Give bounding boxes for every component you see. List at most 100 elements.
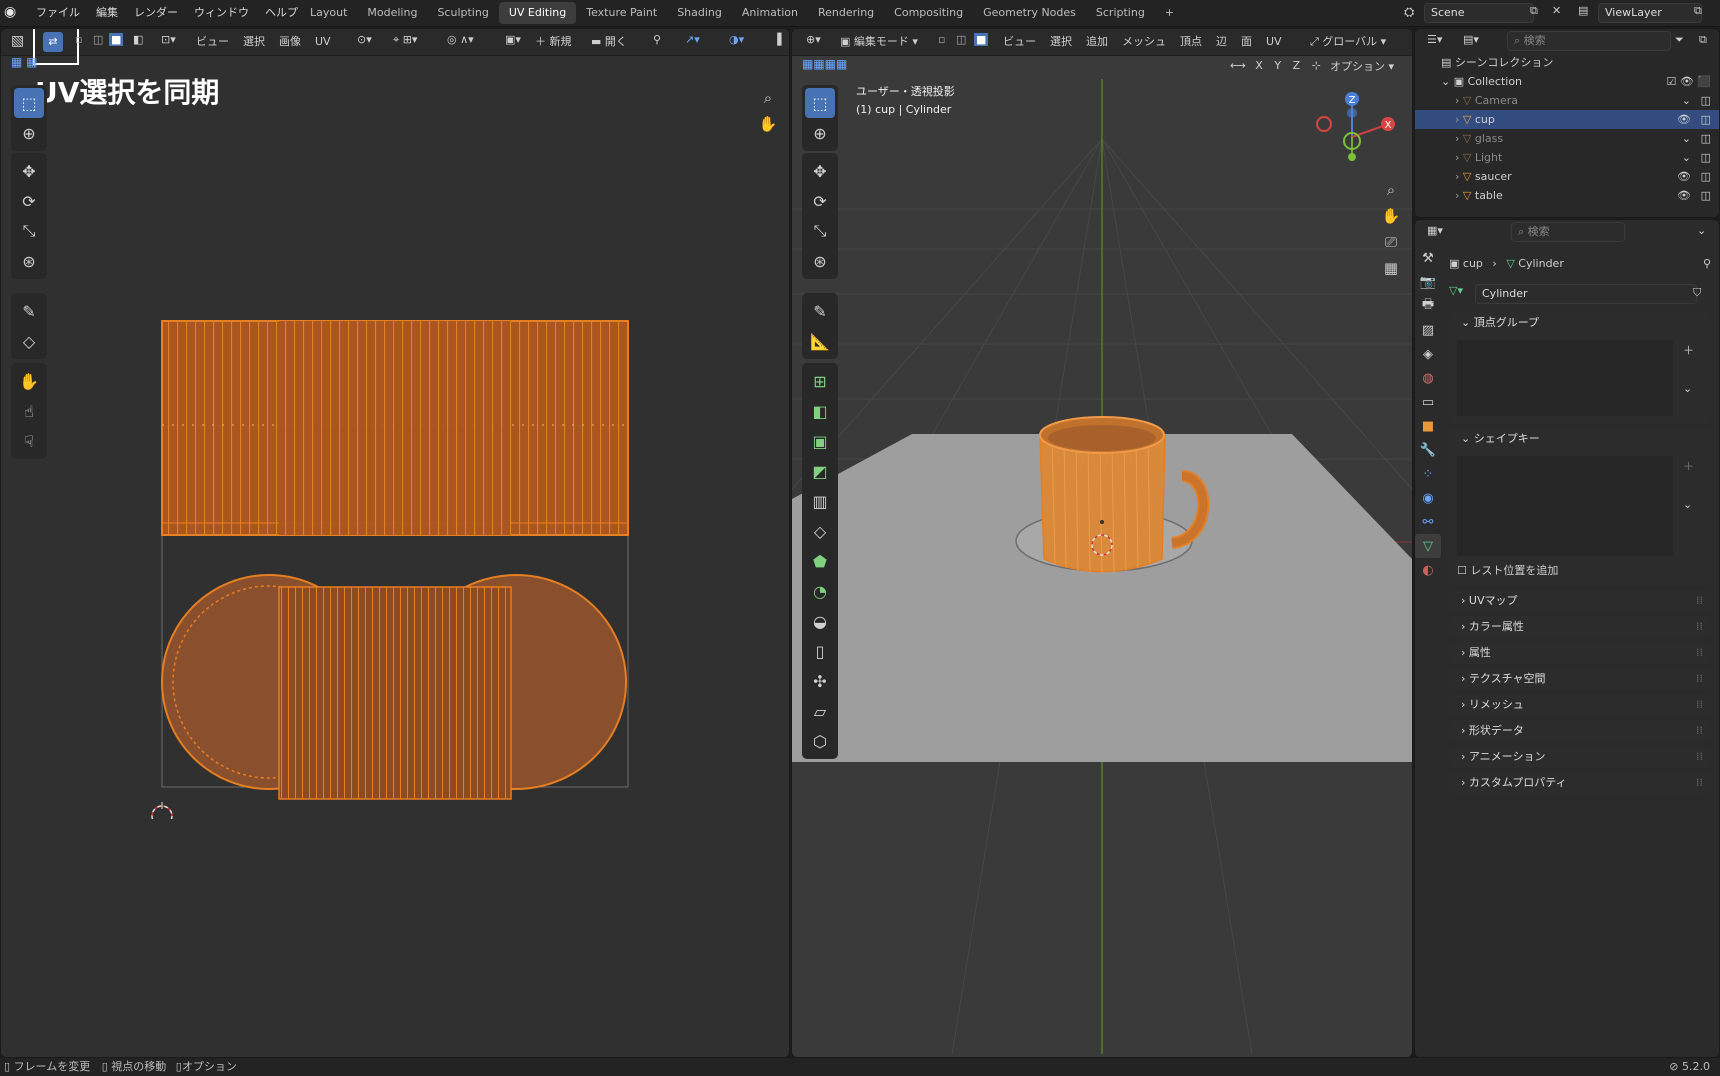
panel-header[interactable]: › アニメーション ⁞⁞: [1449, 746, 1711, 768]
panel-header[interactable]: › UVマップ ⁞⁞: [1449, 590, 1711, 612]
navigation-gizmo[interactable]: Z X: [1310, 85, 1400, 185]
transform-orientation-dropdown[interactable]: ⤢ グローバル ▾: [1310, 29, 1386, 55]
auto-merge-icon[interactable]: ⊹: [1312, 59, 1321, 72]
image-browse-icon[interactable]: ▣▾: [505, 33, 521, 46]
vp-cursor-icon[interactable]: ⊕: [805, 118, 835, 148]
expand-arrow-icon[interactable]: ›: [1455, 170, 1459, 183]
tab-compositing[interactable]: Compositing: [884, 2, 973, 24]
pinch-icon[interactable]: ☟: [14, 426, 44, 456]
new-image-button[interactable]: ＋ 新規: [535, 29, 572, 55]
visibility-eye-icon[interactable]: ⌄: [1682, 91, 1691, 110]
panel-collapsed[interactable]: › カスタムプロパティ ⁞⁞: [1449, 772, 1711, 794]
blender-logo-icon[interactable]: ◉: [4, 4, 22, 22]
add-workspace-button[interactable]: +: [1155, 2, 1184, 24]
visibility-eye-icon[interactable]: ⌄: [1682, 148, 1691, 167]
relative-checkbox-row[interactable]: ☐ レスト位置を追加: [1457, 562, 1558, 578]
tab-shading[interactable]: Shading: [667, 2, 732, 24]
open-image-button[interactable]: ▬ 開く: [591, 29, 627, 55]
island-select-icon[interactable]: ◧: [133, 33, 143, 46]
vertex-groups-list[interactable]: [1457, 340, 1673, 416]
vp-menu-select[interactable]: 選択: [1043, 29, 1079, 55]
vp-menu-vertex[interactable]: 頂点: [1173, 29, 1209, 55]
overlay-toggle-icon[interactable]: ◑▾: [729, 33, 744, 46]
tab-rendering[interactable]: Rendering: [808, 2, 884, 24]
outliner-item-cup[interactable]: › ▽ cup 👁 ◫: [1415, 110, 1719, 129]
outliner-item-saucer[interactable]: › ▽ saucer 👁 ◫: [1415, 167, 1719, 186]
material-tab-icon[interactable]: ◐: [1415, 558, 1441, 582]
rip-icon[interactable]: ◇: [14, 326, 44, 356]
pin-icon[interactable]: ⚲: [653, 33, 661, 46]
vp-pan-icon[interactable]: ✋: [1378, 203, 1404, 229]
vp-menu-uv[interactable]: UV: [1259, 29, 1289, 55]
tab-scripting[interactable]: Scripting: [1086, 2, 1155, 24]
edge-select-icon[interactable]: ◫: [93, 33, 103, 46]
mesh-browse-icon[interactable]: ▽▾: [1449, 284, 1463, 297]
pin-properties-icon[interactable]: ⚲: [1703, 252, 1711, 276]
panel-collapsed[interactable]: › リメッシュ ⁞⁞: [1449, 694, 1711, 716]
drag-handle-icon[interactable]: ⁞⁞: [1696, 642, 1703, 664]
vp-rotate-icon[interactable]: ⟳: [805, 186, 835, 216]
menu-help[interactable]: ヘルプ: [257, 0, 306, 26]
options-dropdown[interactable]: オプション ▾: [1330, 55, 1394, 79]
drag-handle-icon[interactable]: ⁞⁞: [1696, 590, 1703, 612]
collection-visibility-icons[interactable]: ☑ 👁 ⬛: [1666, 72, 1711, 91]
display-mode-icon[interactable]: ▤▾: [1463, 33, 1479, 46]
drag-handle-icon[interactable]: ⁞⁞: [1696, 668, 1703, 690]
panel-header[interactable]: › 属性 ⁞⁞: [1449, 642, 1711, 664]
vp-move-icon[interactable]: ✥: [805, 156, 835, 186]
tool-tab-icon[interactable]: ⚒: [1415, 246, 1441, 270]
properties-search[interactable]: ⌕ 検索: [1511, 222, 1625, 242]
poly-build-icon[interactable]: ⬟: [805, 546, 835, 576]
new-viewlayer-icon[interactable]: ⧉: [1694, 4, 1702, 18]
rotate-icon[interactable]: ⟳: [14, 186, 44, 216]
vp-zoom-icon[interactable]: ⌕: [1378, 177, 1404, 203]
shear-icon[interactable]: ▱: [805, 696, 835, 726]
relative-checkbox-icon[interactable]: ☐: [1457, 564, 1467, 577]
inset-icon[interactable]: ▣: [805, 426, 835, 456]
particles-tab-icon[interactable]: ⁘: [1415, 462, 1441, 486]
snap-icon[interactable]: ⌖ ⊞▾: [393, 33, 417, 47]
panel-header[interactable]: › カラー属性 ⁞⁞: [1449, 616, 1711, 638]
vp-menu-add[interactable]: 追加: [1079, 29, 1115, 55]
uv-2d-cursor-icon[interactable]: [151, 802, 173, 819]
fake-user-shield-icon[interactable]: ⛉: [1693, 286, 1701, 300]
viewlayer-field[interactable]: ViewLayer: [1598, 3, 1702, 23]
scene-field[interactable]: Scene: [1424, 3, 1534, 23]
menu-edit[interactable]: 編集: [88, 0, 126, 26]
tab-geometry-nodes[interactable]: Geometry Nodes: [973, 2, 1086, 24]
axis-z-button[interactable]: Z: [1293, 59, 1301, 72]
outliner-item-camera[interactable]: › ▽ Camera ⌄ ◫: [1415, 91, 1719, 110]
proportional-edit-icon[interactable]: ◎ ∧▾: [447, 33, 474, 46]
add-vertex-group-icon[interactable]: ＋: [1683, 342, 1694, 358]
output-tab-icon[interactable]: 🖶: [1415, 294, 1441, 318]
vp-select-box-icon[interactable]: ⬚: [805, 88, 835, 118]
world-tab-icon[interactable]: ◍: [1415, 366, 1441, 390]
uv-island-handle[interactable]: [278, 586, 512, 800]
panel-collapsed[interactable]: › アニメーション ⁞⁞: [1449, 746, 1711, 768]
loop-cut-icon[interactable]: ▥: [805, 486, 835, 516]
uv-menu-uv[interactable]: UV: [308, 29, 338, 55]
uv-select-mode-row[interactable]: ▦ ▦: [11, 55, 38, 69]
gizmo-toggle-icon[interactable]: ↗▾: [685, 33, 700, 46]
add-shape-key-icon[interactable]: ＋: [1683, 458, 1694, 474]
panel-collapsed[interactable]: › 属性 ⁞⁞: [1449, 642, 1711, 664]
editor-type-icon[interactable]: ▧: [11, 33, 24, 49]
grab-icon[interactable]: ✋: [14, 366, 44, 396]
rip-region-icon[interactable]: ⬡: [805, 726, 835, 756]
vp-menu-edge[interactable]: 辺: [1209, 29, 1234, 55]
viewport-scene[interactable]: [792, 79, 1412, 1054]
physics-tab-icon[interactable]: ◉: [1415, 486, 1441, 510]
axis-x-button[interactable]: X: [1255, 59, 1263, 72]
render-camera-icon[interactable]: ◫: [1701, 186, 1711, 205]
annotate-icon[interactable]: ✎: [14, 296, 44, 326]
panel-header[interactable]: › リメッシュ ⁞⁞: [1449, 694, 1711, 716]
new-collection-icon[interactable]: ⧉: [1699, 33, 1707, 47]
extrude-icon[interactable]: ◧: [805, 396, 835, 426]
render-camera-icon[interactable]: ◫: [1701, 167, 1711, 186]
add-cube-icon[interactable]: ⊞: [805, 366, 835, 396]
panel-collapsed[interactable]: › テクスチャ空間 ⁞⁞: [1449, 668, 1711, 690]
vp-annotate-icon[interactable]: ✎: [805, 296, 835, 326]
visibility-eye-icon[interactable]: ⌄: [1682, 129, 1691, 148]
render-camera-icon[interactable]: ◫: [1701, 129, 1711, 148]
shape-keys-list[interactable]: [1457, 456, 1673, 556]
